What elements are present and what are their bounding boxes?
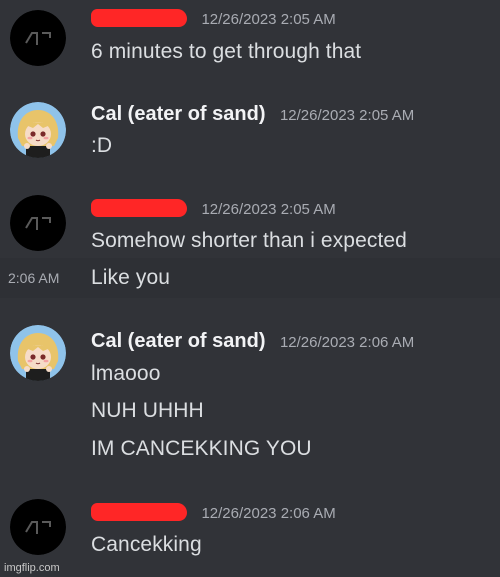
author-name[interactable]: Cal (eater of sand) <box>91 330 265 352</box>
message-text: :D <box>91 134 113 157</box>
message-timestamp[interactable]: 12/26/2023 2:05 AM <box>201 11 335 28</box>
author-name[interactable]: Cal (eater of sand) <box>91 103 265 125</box>
black-avatar-icon <box>10 10 66 66</box>
message-timestamp[interactable]: 12/26/2023 2:06 AM <box>201 505 335 522</box>
hovered-message-row[interactable]: 2:06 AM Like you <box>0 258 500 298</box>
message-header: Cal (eater of sand) 12/26/2023 2:06 AM <box>91 330 414 354</box>
message-timestamp[interactable]: 12/26/2023 2:05 AM <box>201 201 335 218</box>
redacted-username[interactable] <box>91 9 187 27</box>
message-text: Somehow shorter than i expected <box>91 229 407 252</box>
black-avatar-icon <box>10 499 66 555</box>
user-avatar-black[interactable] <box>10 195 66 251</box>
user-avatar-black[interactable] <box>10 499 66 555</box>
message-text: Like you <box>91 266 171 289</box>
redacted-username[interactable] <box>91 199 187 217</box>
message-header: 12/26/2023 2:05 AM <box>91 9 336 33</box>
message-timestamp[interactable]: 12/26/2023 2:06 AM <box>280 334 414 351</box>
message-header: 12/26/2023 2:05 AM <box>91 199 336 223</box>
black-avatar-icon <box>10 195 66 251</box>
anime-avatar-icon <box>10 102 66 158</box>
message-text: 6 minutes to get through that <box>91 40 362 63</box>
message-timestamp[interactable]: 12/26/2023 2:05 AM <box>280 107 414 124</box>
message-text: IM CANCEKKING YOU <box>91 437 312 460</box>
message-text: NUH UHHH <box>91 399 204 422</box>
message-text: Cancekking <box>91 533 202 556</box>
message-header: 12/26/2023 2:06 AM <box>91 503 336 527</box>
user-avatar-black[interactable] <box>10 10 66 66</box>
anime-avatar-icon <box>10 325 66 381</box>
message-text: lmaooo <box>91 362 161 385</box>
redacted-username[interactable] <box>91 503 187 521</box>
imgflip-watermark: imgflip.com <box>4 562 60 574</box>
message-header: Cal (eater of sand) 12/26/2023 2:05 AM <box>91 103 414 127</box>
user-avatar-cal[interactable] <box>10 325 66 381</box>
user-avatar-cal[interactable] <box>10 102 66 158</box>
hover-timestamp[interactable]: 2:06 AM <box>8 270 59 286</box>
